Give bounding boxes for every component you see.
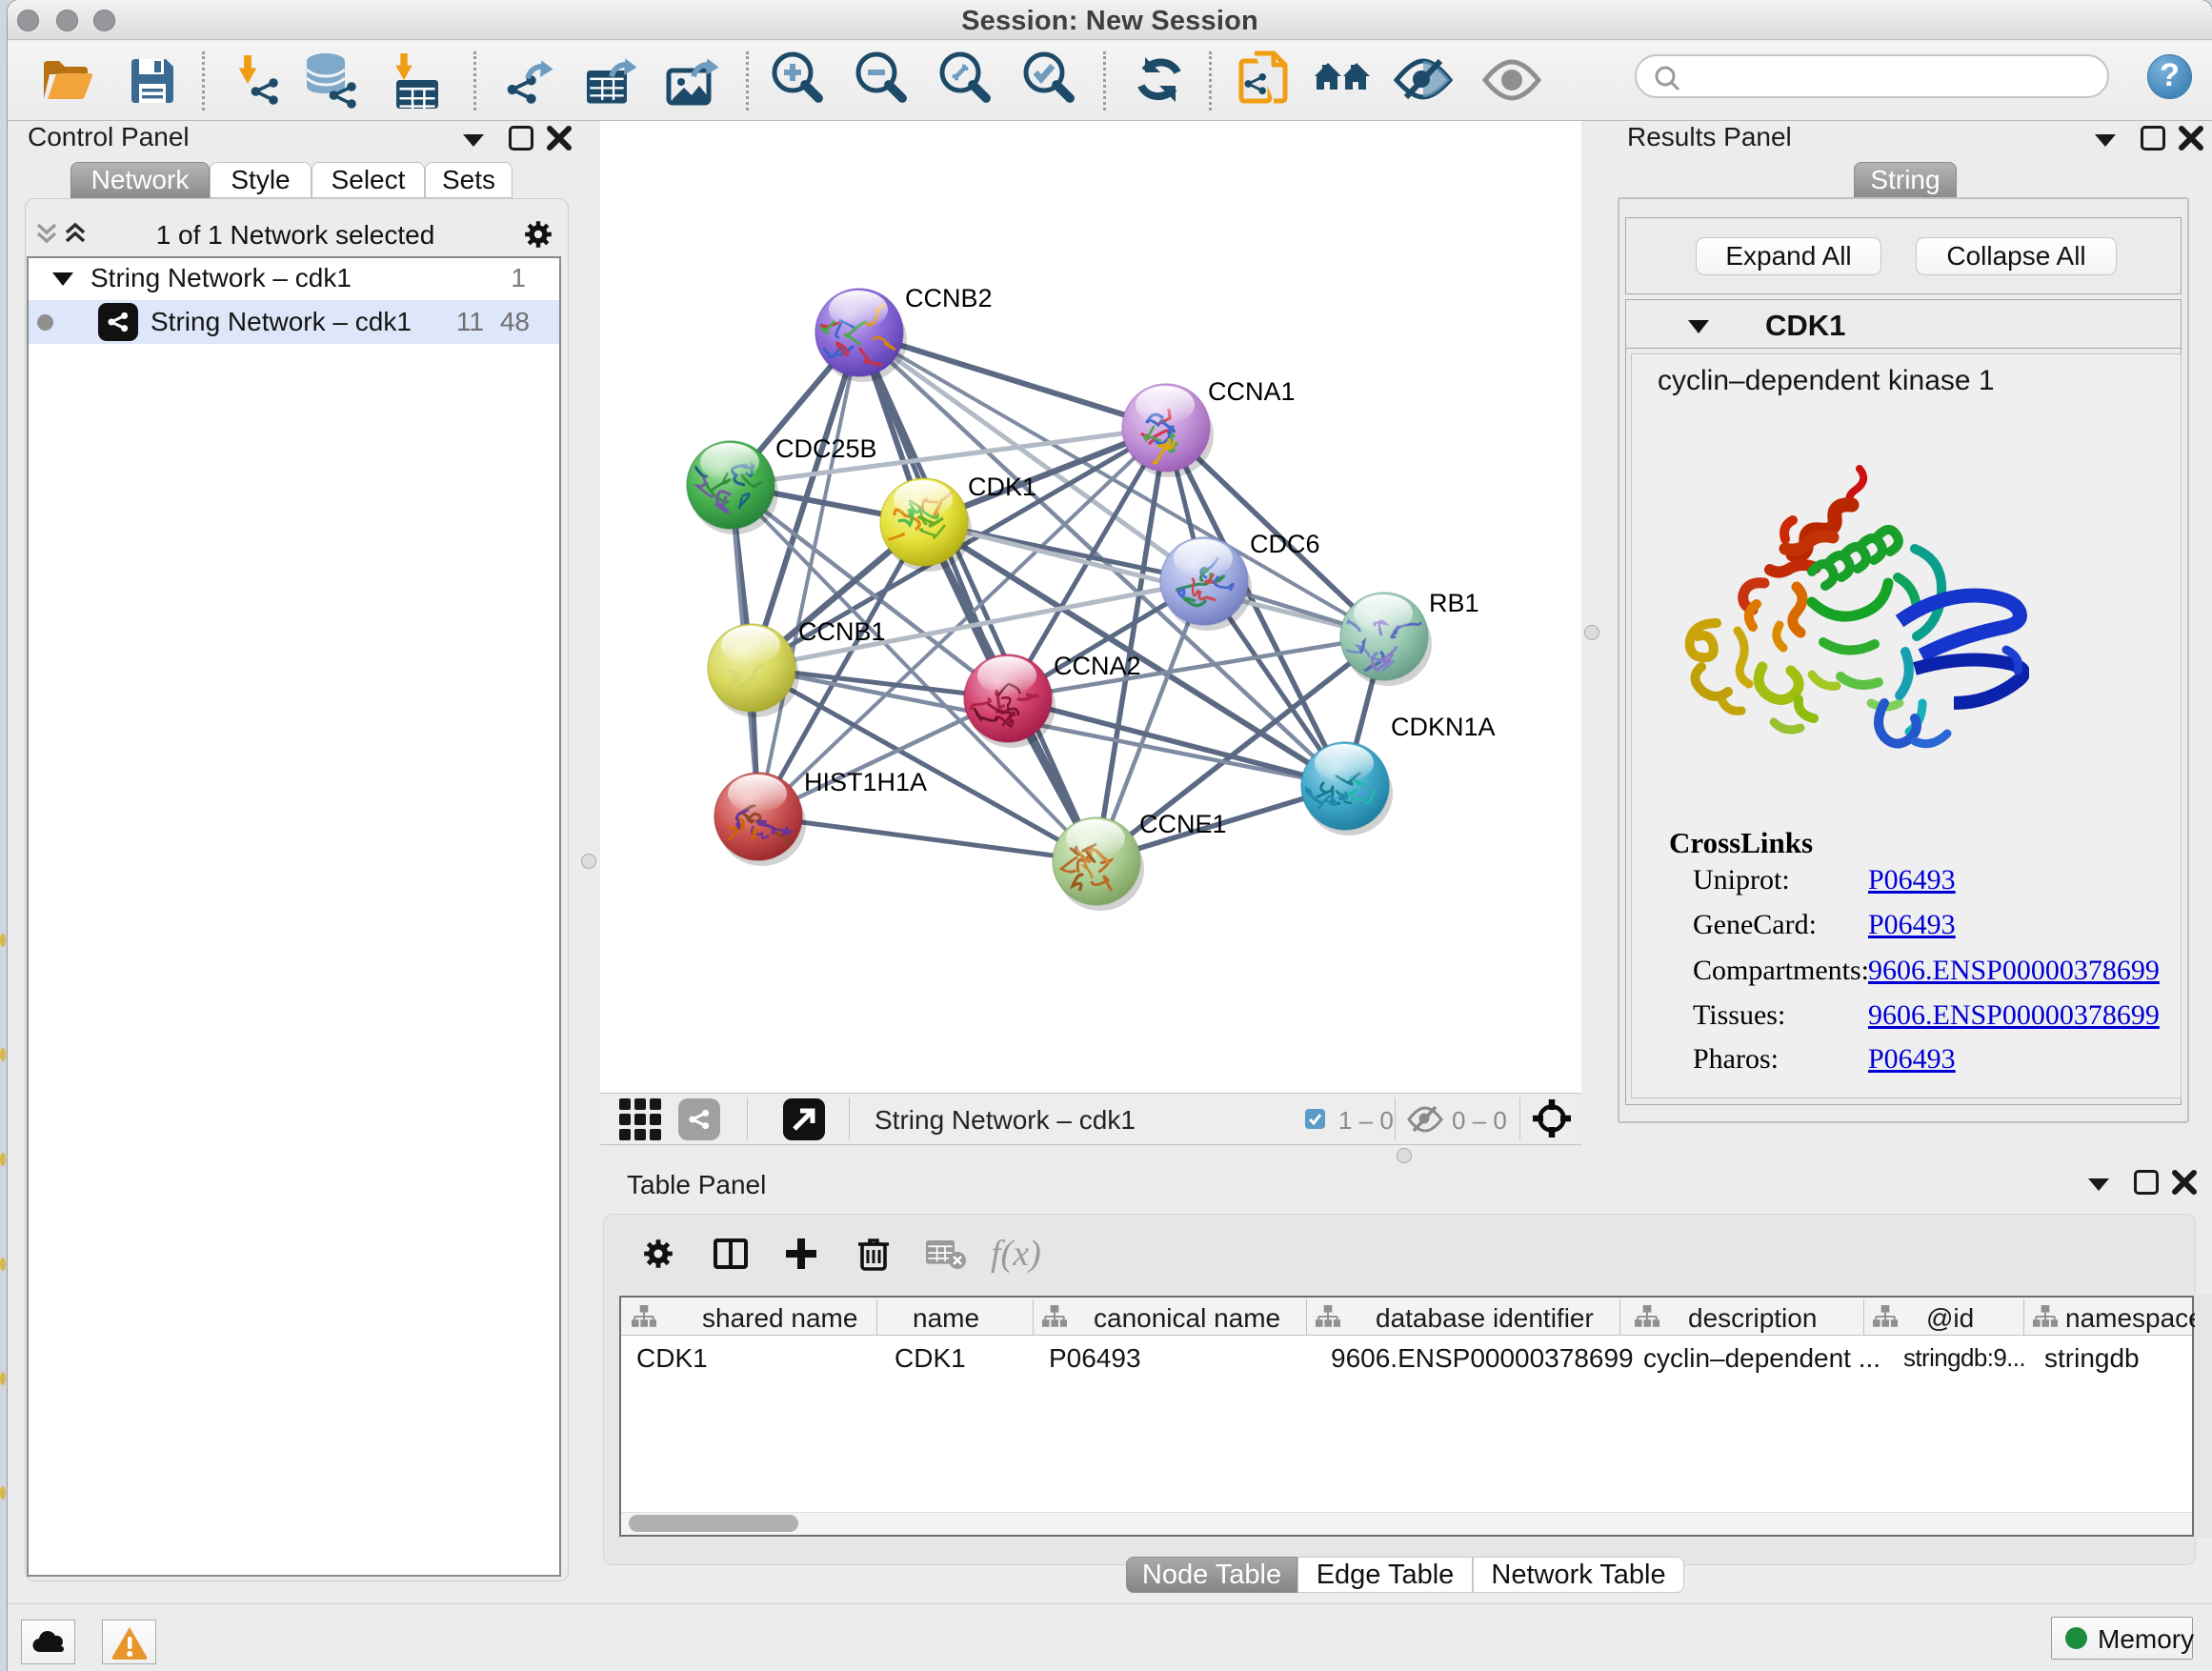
svg-text:CCNA1: CCNA1: [1208, 377, 1296, 406]
svg-text:CCNB1: CCNB1: [798, 617, 886, 646]
svg-text:CCNB2: CCNB2: [905, 284, 993, 312]
svg-text:CDKN1A: CDKN1A: [1391, 713, 1496, 741]
svg-text:RB1: RB1: [1429, 589, 1479, 617]
svg-text:HIST1H1A: HIST1H1A: [804, 768, 927, 796]
svg-text:CCNE1: CCNE1: [1139, 810, 1227, 838]
svg-text:CDC6: CDC6: [1250, 530, 1320, 558]
svg-text:CCNA2: CCNA2: [1054, 652, 1141, 680]
svg-text:CDC25B: CDC25B: [775, 434, 877, 463]
svg-text:CDK1: CDK1: [968, 473, 1036, 501]
